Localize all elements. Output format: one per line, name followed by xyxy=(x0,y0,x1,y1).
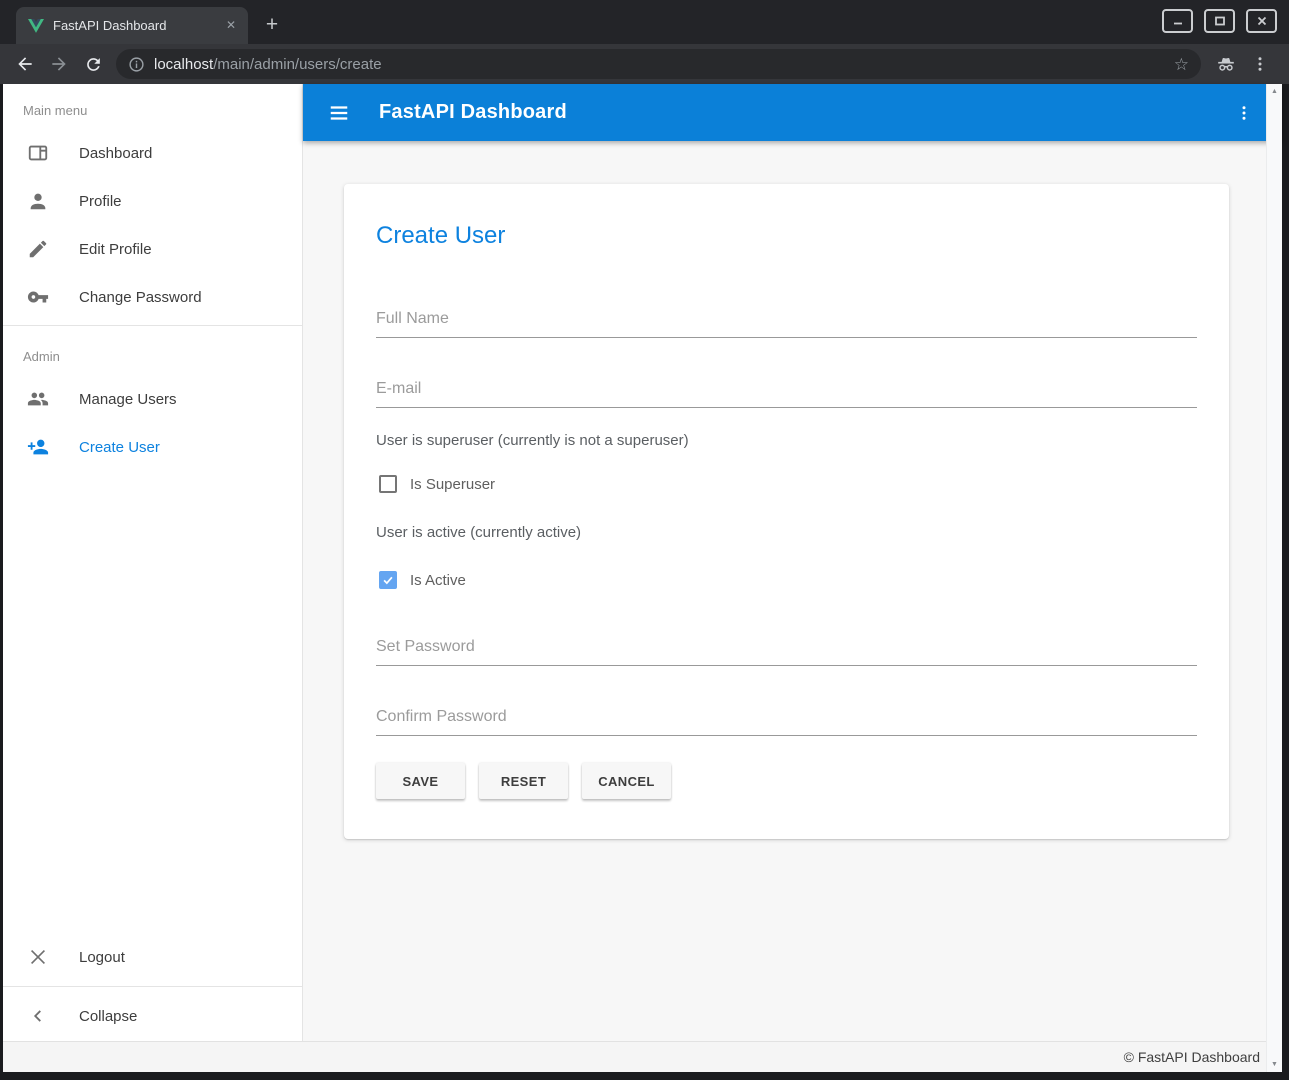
create-user-card: Create User User is superuser (currently… xyxy=(344,184,1229,839)
url-path: /main/admin/users/create xyxy=(213,56,381,73)
sidebar-item-label: Create User xyxy=(79,439,160,456)
browser-toolbar: localhost/main/admin/users/create ☆ xyxy=(0,44,1289,84)
pencil-icon xyxy=(27,238,49,260)
person-add-icon xyxy=(27,436,49,458)
vue-logo-icon xyxy=(28,19,44,33)
page-title: Create User xyxy=(376,222,1197,250)
is-superuser-row: Is Superuser xyxy=(379,472,1197,496)
app-bar-title: FastAPI Dashboard xyxy=(379,101,567,124)
content-area: Create User User is superuser (currently… xyxy=(303,141,1282,1041)
sidebar-item-change-password[interactable]: Change Password xyxy=(3,273,302,321)
sidebar: Main menu Dashboard xyxy=(3,84,303,1041)
main-area: FastAPI Dashboard Create User xyxy=(303,84,1282,1041)
full-name-input[interactable] xyxy=(376,304,1197,338)
window-maximize-button[interactable] xyxy=(1204,9,1235,33)
is-active-row: Is Active xyxy=(379,568,1197,592)
scrollbar-up-icon[interactable]: ▲ xyxy=(1271,88,1278,95)
is-active-checkbox[interactable] xyxy=(379,571,397,589)
sidebar-item-edit-profile[interactable]: Edit Profile xyxy=(3,225,302,273)
confirm-password-field-wrap xyxy=(376,702,1197,736)
incognito-icon xyxy=(1209,47,1243,81)
tab-title: FastAPI Dashboard xyxy=(53,18,213,33)
set-password-field-wrap xyxy=(376,632,1197,666)
reset-button[interactable]: RESET xyxy=(479,763,568,799)
page: Main menu Dashboard xyxy=(3,84,1282,1072)
sidebar-divider xyxy=(3,325,302,326)
sidebar-item-profile[interactable]: Profile xyxy=(3,177,302,225)
people-icon xyxy=(27,388,49,410)
back-icon[interactable] xyxy=(8,47,42,81)
sidebar-item-label: Manage Users xyxy=(79,391,177,408)
sidebar-item-collapse[interactable]: Collapse xyxy=(3,991,302,1041)
is-active-label[interactable]: Is Active xyxy=(410,572,466,589)
full-name-field-wrap xyxy=(376,304,1197,338)
sidebar-item-dashboard[interactable]: Dashboard xyxy=(3,129,302,177)
browser-menu-kebab-icon[interactable] xyxy=(1243,47,1277,81)
sidebar-section-main-menu: Main menu xyxy=(3,84,302,129)
url-text: localhost/main/admin/users/create xyxy=(154,56,382,73)
set-password-input[interactable] xyxy=(376,632,1197,666)
sidebar-section-admin: Admin xyxy=(3,330,302,375)
page-info-icon[interactable] xyxy=(128,56,145,73)
reload-icon[interactable] xyxy=(76,47,110,81)
dashboard-icon xyxy=(27,142,49,164)
window-controls xyxy=(1162,9,1277,33)
sidebar-item-logout[interactable]: Logout xyxy=(3,932,302,982)
page-footer: © FastAPI Dashboard xyxy=(3,1041,1282,1072)
email-input[interactable] xyxy=(376,374,1197,408)
sidebar-item-label: Collapse xyxy=(79,1008,137,1025)
scrollbar-down-icon[interactable]: ▼ xyxy=(1271,1061,1278,1068)
url-bar[interactable]: localhost/main/admin/users/create ☆ xyxy=(116,49,1201,79)
app-bar-kebab-icon[interactable] xyxy=(1226,95,1262,131)
sidebar-item-create-user[interactable]: Create User xyxy=(3,423,302,471)
scrollbar[interactable]: ▲ ▼ xyxy=(1266,84,1282,1072)
app-bar: FastAPI Dashboard xyxy=(303,84,1282,141)
sidebar-item-label: Dashboard xyxy=(79,145,152,162)
footer-copyright: © FastAPI Dashboard xyxy=(1124,1049,1260,1065)
sidebar-item-label: Profile xyxy=(79,193,122,210)
person-icon xyxy=(27,190,49,212)
key-icon xyxy=(27,286,49,308)
browser-tab[interactable]: FastAPI Dashboard ✕ xyxy=(16,7,248,44)
is-superuser-label[interactable]: Is Superuser xyxy=(410,476,495,493)
confirm-password-input[interactable] xyxy=(376,702,1197,736)
is-superuser-checkbox[interactable] xyxy=(379,475,397,493)
save-button[interactable]: SAVE xyxy=(376,763,465,799)
active-hint: User is active (currently active) xyxy=(376,524,1197,541)
hamburger-menu-icon[interactable] xyxy=(319,93,359,133)
close-icon xyxy=(27,946,49,968)
browser-window: FastAPI Dashboard ✕ + xyxy=(0,0,1289,1080)
window-close-button[interactable] xyxy=(1246,9,1277,33)
sidebar-item-label: Logout xyxy=(79,949,125,966)
sidebar-divider xyxy=(3,986,302,987)
url-host: localhost xyxy=(154,56,213,73)
sidebar-item-label: Change Password xyxy=(79,289,202,306)
superuser-hint: User is superuser (currently is not a su… xyxy=(376,432,1197,449)
checkmark-icon xyxy=(381,573,395,587)
tab-strip: FastAPI Dashboard ✕ + xyxy=(0,0,1289,44)
bookmark-star-icon[interactable]: ☆ xyxy=(1174,56,1189,73)
chevron-left-icon xyxy=(27,1005,49,1027)
tab-close-icon[interactable]: ✕ xyxy=(222,17,240,35)
sidebar-item-manage-users[interactable]: Manage Users xyxy=(3,375,302,423)
forward-icon[interactable] xyxy=(42,47,76,81)
cancel-button[interactable]: CANCEL xyxy=(582,763,671,799)
form-buttons: SAVE RESET CANCEL xyxy=(376,763,1197,799)
window-minimize-button[interactable] xyxy=(1162,9,1193,33)
new-tab-button[interactable]: + xyxy=(258,11,286,39)
sidebar-item-label: Edit Profile xyxy=(79,241,152,258)
email-field-wrap xyxy=(376,374,1197,408)
sidebar-spacer xyxy=(3,471,302,932)
